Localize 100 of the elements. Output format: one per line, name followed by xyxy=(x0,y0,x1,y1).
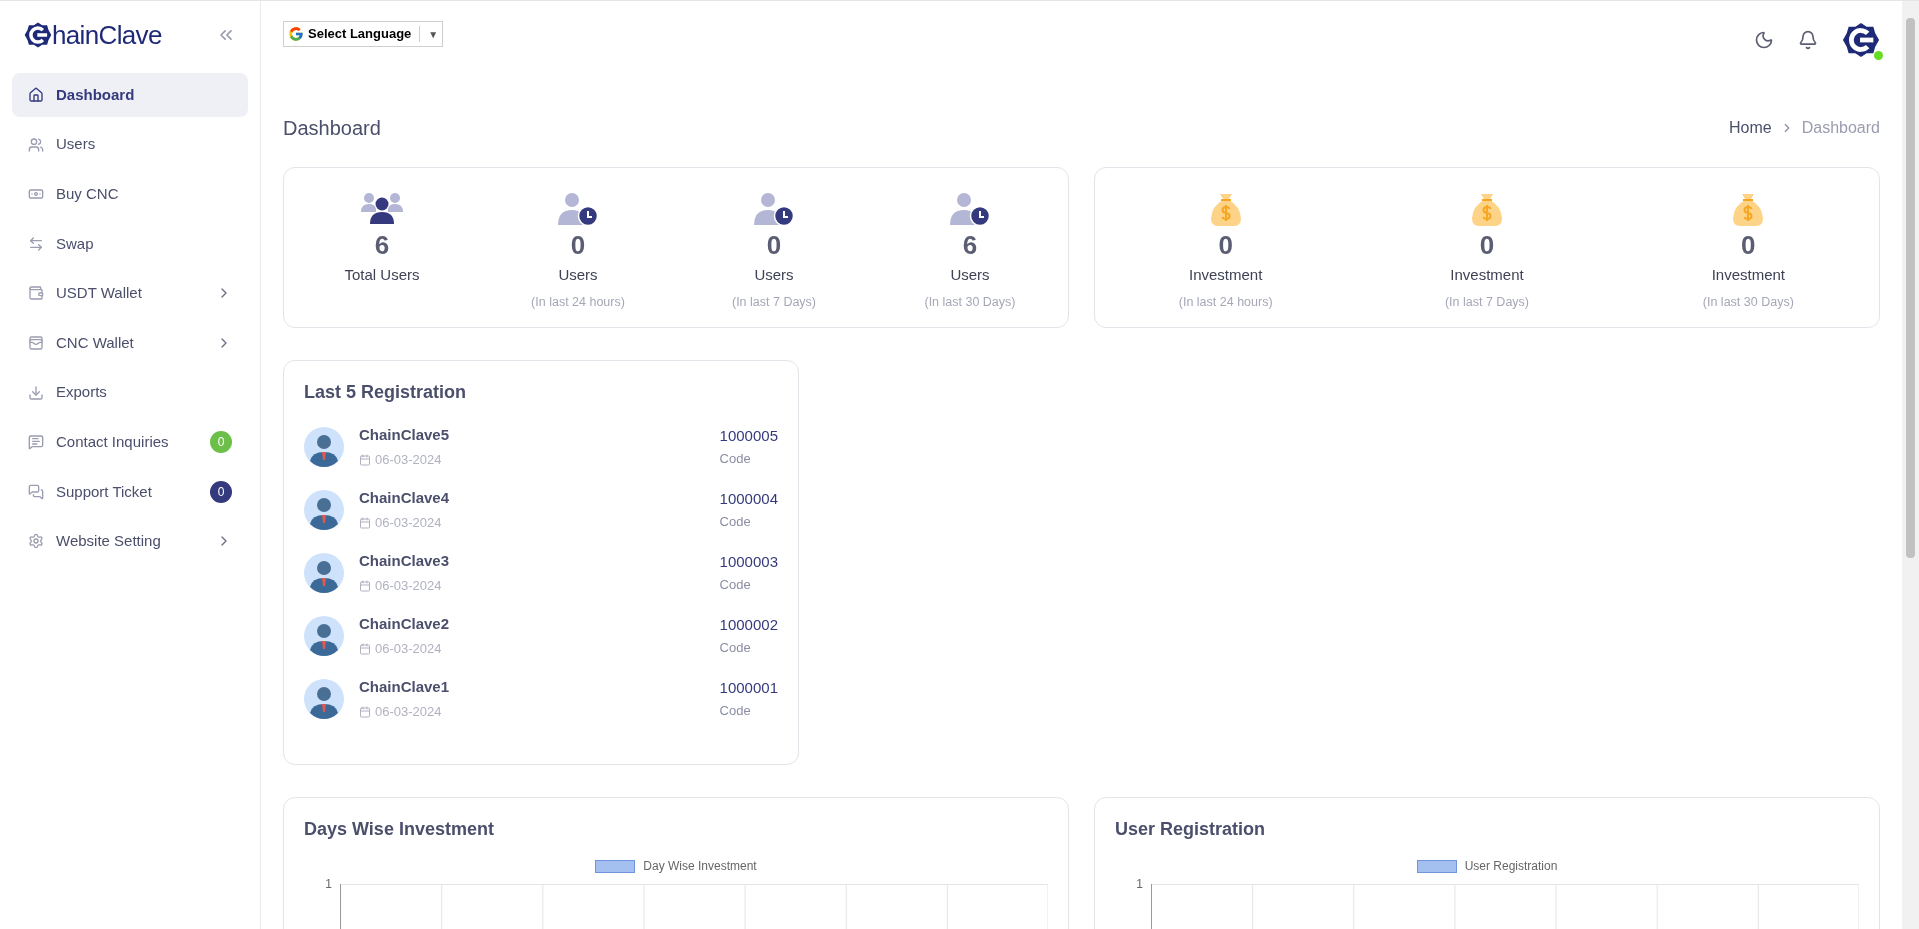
language-label: Select Language xyxy=(308,25,412,44)
registration-date: 06-03-2024 xyxy=(375,514,442,532)
sidebar-item-label: Dashboard xyxy=(56,84,136,105)
legend-label: Day Wise Investment xyxy=(643,858,757,875)
sidebar-item[interactable]: Buy CNC xyxy=(12,172,248,217)
registration-date: 06-03-2024 xyxy=(375,640,442,658)
axis-tick-label: 1 xyxy=(1135,877,1144,893)
money-bag-icon xyxy=(1471,194,1503,226)
money-bag-icon xyxy=(1732,194,1765,226)
user-code: 1000003 xyxy=(719,551,778,572)
card-title: Last 5 Registration xyxy=(304,381,468,404)
legend-label: User Registration xyxy=(1464,858,1558,875)
page-title: Dashboard xyxy=(283,116,381,141)
sidebar-item[interactable]: Contact Inquiries 0 xyxy=(12,420,248,465)
scrollbar[interactable] xyxy=(1902,1,1919,929)
stat-period: (In last 7 Days) xyxy=(1444,293,1529,311)
stat-value: 0 xyxy=(1741,229,1756,262)
registration-date: 06-03-2024 xyxy=(375,703,442,721)
notifications-button[interactable] xyxy=(1798,30,1818,50)
stat-value: 6 xyxy=(962,229,978,262)
logo-icon xyxy=(1842,21,1880,59)
legend-swatch xyxy=(1416,859,1457,873)
calendar-icon xyxy=(359,453,371,466)
breadcrumb-item[interactable]: Home xyxy=(1729,116,1772,140)
sidebar-item[interactable]: Users xyxy=(12,122,248,167)
calendar-icon xyxy=(359,642,371,655)
code-label: Code xyxy=(719,450,751,468)
stat-value: 0 xyxy=(766,229,782,262)
money-bag-icon xyxy=(1209,194,1242,226)
dark-mode-button[interactable] xyxy=(1754,30,1774,50)
swap-arrows-icon xyxy=(28,235,44,252)
user-name: ChainClave2 xyxy=(359,613,451,634)
home-icon xyxy=(28,87,44,103)
sidebar-item-label: USDT Wallet xyxy=(56,283,143,304)
stat-label: Investment xyxy=(1711,265,1785,285)
user-code: 1000001 xyxy=(719,677,778,698)
legend-swatch xyxy=(595,859,636,873)
card-title: Days Wise Investment xyxy=(304,818,495,841)
sidebar-item[interactable]: Support Ticket 0 xyxy=(12,469,248,514)
sidebar-item-label: Users xyxy=(56,134,97,155)
chat-bubbles-icon xyxy=(28,483,44,500)
code-label: Code xyxy=(719,639,751,657)
language-select[interactable]: Select Language ▼ xyxy=(283,21,444,47)
count-badge: 0 xyxy=(210,480,232,503)
caret-icon: ▼ xyxy=(428,26,439,42)
sidebar-item-label: CNC Wallet xyxy=(56,332,135,353)
registration-date: 06-03-2024 xyxy=(375,577,442,595)
users-icon xyxy=(28,136,44,153)
user-code: 1000004 xyxy=(719,488,778,509)
wallet-icon xyxy=(28,334,44,351)
code-label: Code xyxy=(719,576,751,594)
sidebar-item-label: Website Setting xyxy=(56,531,162,552)
sidebar-item[interactable]: Swap xyxy=(12,221,248,266)
stat-label: Investment xyxy=(1188,265,1263,285)
profile-avatar-button[interactable] xyxy=(1842,21,1880,59)
stat-label: Investment xyxy=(1450,265,1524,285)
code-label: Code xyxy=(719,513,751,531)
avatar-silhouette-icon xyxy=(304,615,344,656)
stat-value: 6 xyxy=(374,229,390,262)
code-label: Code xyxy=(719,702,751,720)
message-icon xyxy=(28,434,44,451)
stat-period: (In last 30 Days) xyxy=(1702,293,1794,311)
users-group-icon xyxy=(361,192,403,226)
stat-period: (In last 24 hours) xyxy=(531,293,625,311)
user-name: ChainClave1 xyxy=(359,676,451,697)
avatar-silhouette-icon xyxy=(304,489,344,530)
stat-value: 0 xyxy=(1218,229,1233,262)
google-icon xyxy=(288,26,304,42)
gears-icon xyxy=(28,533,44,550)
sidebar-item[interactable]: Exports xyxy=(12,370,248,415)
download-icon xyxy=(28,384,44,401)
user-code: 1000005 xyxy=(719,425,778,446)
stat-period: (In last 7 Days) xyxy=(731,293,817,311)
registration-date: 06-03-2024 xyxy=(375,451,442,469)
sidebar-item[interactable]: CNC Wallet xyxy=(12,320,248,365)
user-name: ChainClave3 xyxy=(359,550,451,571)
card-title: User Registration xyxy=(1115,818,1267,841)
sidebar-item[interactable]: USDT Wallet xyxy=(12,271,248,316)
logo-text: hainClave xyxy=(52,22,162,48)
calendar-icon xyxy=(359,516,371,529)
count-badge: 0 xyxy=(210,431,232,454)
stat-label: Users xyxy=(950,265,990,285)
sidebar-item[interactable]: Website Setting xyxy=(12,519,248,564)
stat-value: 0 xyxy=(1479,229,1495,262)
user-code: 1000002 xyxy=(719,614,778,635)
stat-label: Total Users xyxy=(344,265,420,285)
user-clock-icon xyxy=(558,192,598,226)
calendar-icon xyxy=(359,579,371,592)
stat-label: Users xyxy=(558,265,598,285)
sidebar-item-label: Buy CNC xyxy=(56,183,120,204)
logo-icon xyxy=(24,21,52,49)
avatar-silhouette-icon xyxy=(304,678,344,719)
stat-label: Users xyxy=(754,265,794,285)
user-name: ChainClave4 xyxy=(359,487,451,508)
breadcrumb-item: Dashboard xyxy=(1801,118,1880,138)
user-clock-icon xyxy=(950,192,990,226)
sidebar-item[interactable]: Dashboard xyxy=(12,73,248,117)
avatar-silhouette-icon xyxy=(304,426,344,467)
stat-value: 0 xyxy=(570,229,586,262)
sidebar-item-label: Exports xyxy=(56,382,108,403)
